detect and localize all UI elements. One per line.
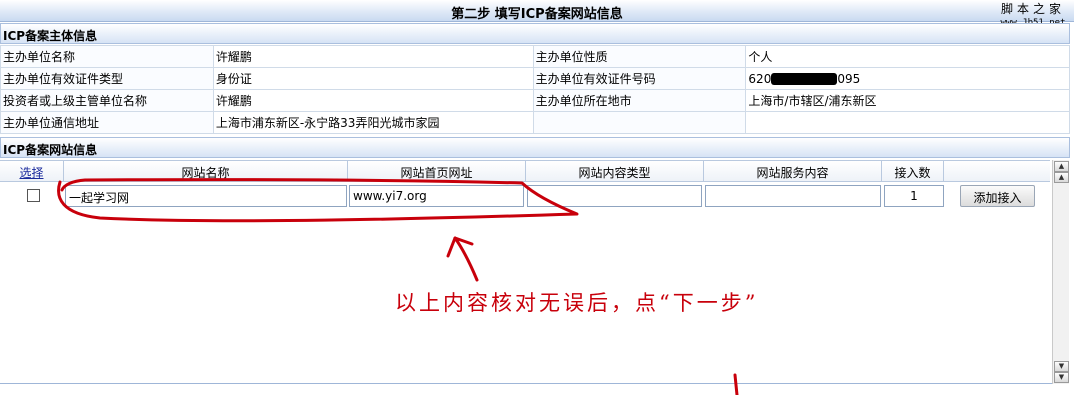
annotation-drawing: [57, 178, 739, 395]
annotation-text: 以上内容核对无误后，点“下一步”: [395, 291, 759, 315]
annotation-line: [733, 373, 739, 395]
annotation-arrow: [446, 236, 479, 282]
annotation-circle: [57, 178, 579, 223]
